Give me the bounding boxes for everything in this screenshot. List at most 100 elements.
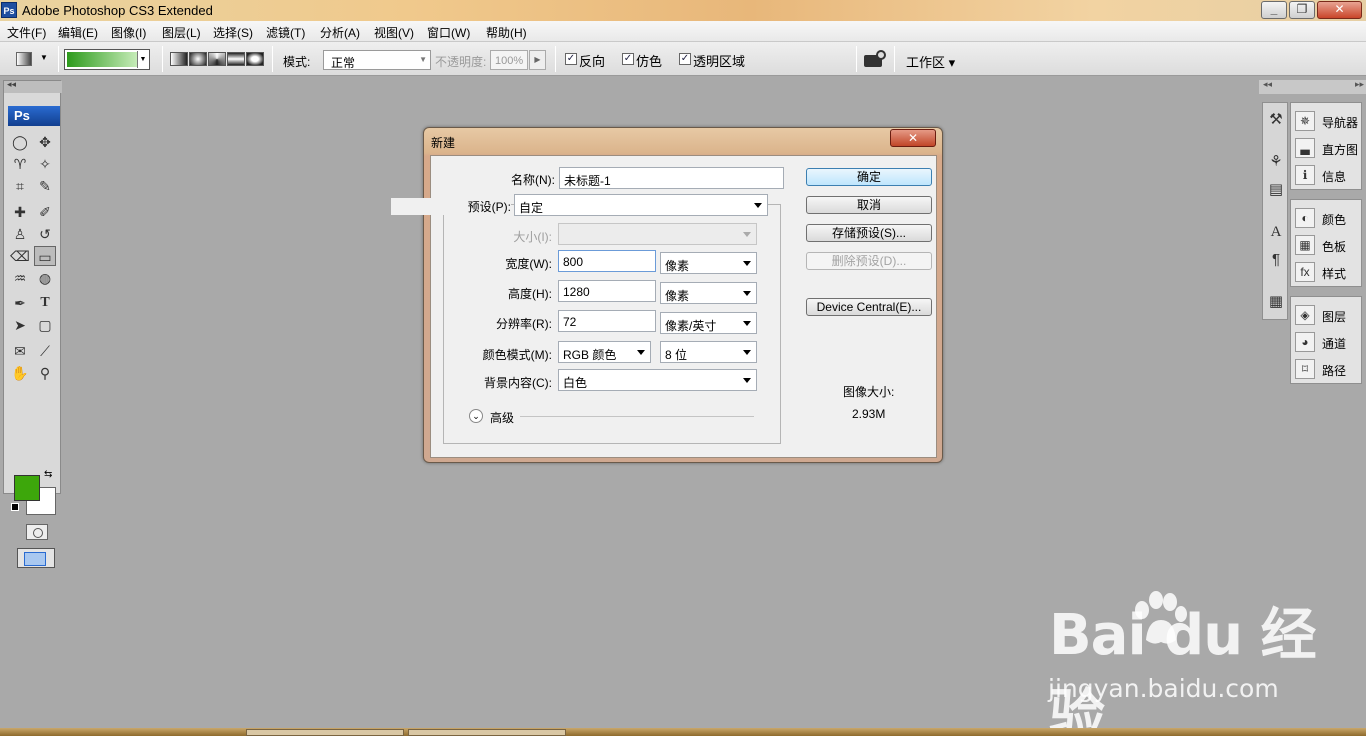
menu-help[interactable]: 帮助(H)	[486, 24, 527, 41]
name-input[interactable]: 未标题-1	[559, 167, 784, 189]
blur-tool-icon[interactable]: ♒	[9, 268, 31, 288]
histogram-panel-tab[interactable]: ▃ 直方图	[1294, 136, 1360, 160]
resolution-unit-select[interactable]: 像素/英寸	[660, 312, 757, 334]
collapse-icon[interactable]: ◂◂	[1263, 79, 1272, 90]
menu-window[interactable]: 窗口(W)	[427, 24, 470, 41]
navigator-panel-tab[interactable]: ✵ 导航器	[1294, 109, 1360, 133]
resolution-input[interactable]: 72	[558, 310, 656, 332]
swatches-panel-tab[interactable]: ▦ 色板	[1294, 233, 1360, 257]
layer-comps-panel-icon[interactable]: ▦	[1265, 291, 1287, 313]
preset-select[interactable]: 自定	[514, 194, 768, 216]
dither-checkbox[interactable]: ✓	[622, 53, 634, 65]
color-mode-select[interactable]: RGB 颜色	[558, 341, 651, 363]
lasso-tool-icon[interactable]: ♈	[9, 154, 31, 174]
close-window-button[interactable]: ✕	[1317, 1, 1362, 19]
styles-panel-tab[interactable]: fx 样式	[1294, 260, 1360, 284]
menu-analysis[interactable]: 分析(A)	[320, 24, 360, 41]
zoom-tool-icon[interactable]: ⚲	[34, 363, 56, 383]
gradient-picker[interactable]: ▼	[64, 49, 150, 70]
minimize-button[interactable]: _	[1261, 1, 1287, 19]
info-panel-tab[interactable]: ℹ 信息	[1294, 163, 1360, 187]
collapse-icon[interactable]: ◂◂	[7, 79, 16, 90]
maximize-button[interactable]: ❐	[1289, 1, 1315, 19]
hand-tool-icon[interactable]: ✋	[9, 363, 31, 383]
color-panel-tab[interactable]: ◐ 颜色	[1294, 206, 1360, 230]
pen-tool-icon[interactable]: ✒	[9, 293, 31, 313]
width-input[interactable]: 800	[558, 250, 656, 272]
menu-view[interactable]: 视图(V)	[374, 24, 414, 41]
marquee-tool-icon[interactable]: ◯	[9, 132, 31, 152]
menu-layer[interactable]: 图层(L)	[162, 24, 201, 41]
paragraph-panel-icon[interactable]: ¶	[1265, 249, 1287, 271]
actions-panel-icon[interactable]: ⚘	[1265, 151, 1287, 173]
size-select[interactable]	[558, 223, 757, 245]
tools-panel-icon[interactable]: ⚒	[1265, 109, 1287, 131]
eraser-tool-icon[interactable]: ⌫	[9, 246, 31, 266]
ok-button[interactable]: 确定	[806, 168, 932, 186]
expand-advanced-icon[interactable]: ⌄	[469, 409, 483, 423]
toolbox-grip[interactable]: ◂◂	[4, 79, 62, 93]
menu-image[interactable]: 图像(I)	[111, 24, 146, 41]
eyedropper-icon[interactable]: ⟋	[34, 341, 56, 361]
menu-filter[interactable]: 滤镜(T)	[266, 24, 305, 41]
ps-logo[interactable]: Ps	[8, 106, 60, 126]
default-colors-icon[interactable]	[11, 503, 19, 511]
taskbar-item[interactable]	[408, 729, 566, 736]
reverse-checkbox[interactable]: ✓	[565, 53, 577, 65]
clone-stamp-icon[interactable]: ♙	[9, 224, 31, 244]
gradient-tool-icon[interactable]: ▭	[34, 246, 56, 266]
dodge-tool-icon[interactable]: ◍	[34, 268, 56, 288]
tool-preset-picker[interactable]: ▼	[14, 50, 52, 68]
linear-gradient-icon[interactable]	[170, 52, 188, 66]
menu-edit[interactable]: 编辑(E)	[58, 24, 98, 41]
healing-brush-icon[interactable]: ✚	[9, 202, 31, 222]
opacity-field[interactable]: 100%	[490, 50, 528, 70]
device-central-button[interactable]: Device Central(E)...	[806, 298, 932, 316]
width-unit-select[interactable]: 像素	[660, 252, 757, 274]
save-preset-button[interactable]: 存储预设(S)...	[806, 224, 932, 242]
path-selection-icon[interactable]: ➤	[9, 315, 31, 335]
foreground-color-swatch[interactable]	[14, 475, 40, 501]
height-input[interactable]: 1280	[558, 280, 656, 302]
type-tool-icon[interactable]: T	[34, 293, 56, 313]
move-tool-icon[interactable]: ✥	[34, 132, 56, 152]
panel-dock-grip[interactable]: ◂◂ ▸▸	[1259, 79, 1366, 94]
layers-panel-tab[interactable]: ◈ 图层	[1294, 303, 1360, 327]
channels-panel-tab[interactable]: ◕ 通道	[1294, 330, 1360, 354]
transparency-checkbox[interactable]: ✓	[679, 53, 691, 65]
crop-tool-icon[interactable]: ⌗	[9, 176, 31, 196]
chevron-down-icon[interactable]: ▼	[137, 51, 148, 68]
opacity-slider-button[interactable]: ▶	[529, 50, 546, 70]
expand-icon[interactable]: ▸▸	[1355, 79, 1364, 90]
slice-tool-icon[interactable]: ✎	[34, 176, 56, 196]
notes-tool-icon[interactable]: ✉	[9, 341, 31, 361]
radial-gradient-icon[interactable]	[189, 52, 207, 66]
character-panel-icon[interactable]: A	[1265, 221, 1287, 243]
dialog-close-button[interactable]: ✕	[890, 129, 936, 147]
paths-panel-tab[interactable]: ⌑ 路径	[1294, 357, 1360, 381]
background-contents-select[interactable]: 白色	[558, 369, 757, 391]
width-unit-value: 像素	[665, 259, 690, 273]
height-unit-select[interactable]: 像素	[660, 282, 757, 304]
menu-select[interactable]: 选择(S)	[213, 24, 253, 41]
magic-wand-icon[interactable]: ✧	[34, 154, 56, 174]
swap-colors-icon[interactable]: ⇆	[44, 469, 52, 480]
bridge-button[interactable]	[862, 49, 888, 71]
diamond-gradient-icon[interactable]	[246, 52, 264, 66]
mode-select[interactable]: 正常 ▼	[323, 50, 431, 70]
shape-tool-icon[interactable]: ▢	[34, 315, 56, 335]
panel-group-color: ◐ 颜色 ▦ 色板 fx 样式	[1290, 199, 1362, 287]
angle-gradient-icon[interactable]	[208, 52, 226, 66]
delete-preset-button[interactable]: 删除预设(D)...	[806, 252, 932, 270]
screen-mode-button[interactable]	[17, 548, 55, 568]
history-panel-icon[interactable]: ▤	[1265, 179, 1287, 201]
taskbar-item[interactable]	[246, 729, 404, 736]
cancel-button[interactable]: 取消	[806, 196, 932, 214]
quick-mask-button[interactable]	[26, 524, 48, 540]
history-brush-icon[interactable]: ↺	[34, 224, 56, 244]
menu-file[interactable]: 文件(F)	[7, 24, 46, 41]
reflected-gradient-icon[interactable]	[227, 52, 245, 66]
workspace-button[interactable]: 工作区 ▾	[906, 52, 955, 71]
brush-tool-icon[interactable]: ✐	[34, 202, 56, 222]
bit-depth-select[interactable]: 8 位	[660, 341, 757, 363]
